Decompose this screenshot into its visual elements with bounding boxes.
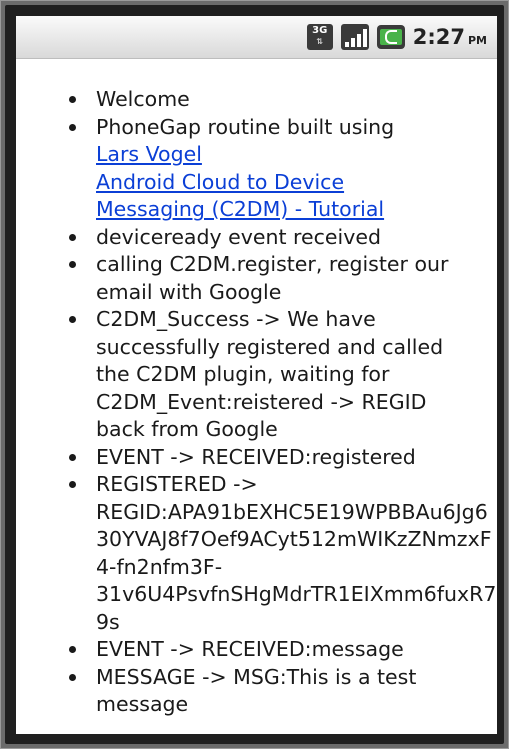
emulator-frame: 3G ⇅ 2:27 PM Welcome PhoneGap routine bu… bbox=[0, 0, 509, 749]
clock-ampm: PM bbox=[467, 34, 487, 47]
list-item: REGISTERED -> REGID:APA91bEXHC5E19WPBBAu… bbox=[69, 471, 497, 636]
log-text: Welcome bbox=[96, 87, 190, 111]
network-type-label: 3G bbox=[312, 25, 328, 36]
log-text: MESSAGE -> MSG:This is a test message bbox=[96, 664, 417, 717]
log-text: calling C2DM.register, register our emai… bbox=[96, 252, 449, 304]
log-text-line: 9s bbox=[96, 609, 120, 634]
log-text-line: 4-fn2nfm3F- bbox=[96, 554, 223, 579]
bullet-icon bbox=[69, 123, 76, 131]
bullet-icon bbox=[69, 453, 76, 461]
log-text: EVENT -> RECEIVED:registered bbox=[96, 444, 416, 469]
list-item: deviceready event received bbox=[69, 224, 497, 252]
log-text-line: REGID:APA91bEXHC5E19WPBBAu6Jg6 bbox=[96, 499, 488, 524]
event-log-list: Welcome PhoneGap routine built using Lar… bbox=[69, 86, 497, 719]
bullet-icon bbox=[69, 481, 76, 488]
list-item: PhoneGap routine built using Lars Vogel … bbox=[69, 114, 497, 224]
bullet-icon bbox=[69, 96, 76, 103]
log-text: C2DM_Success -> We have successfully reg… bbox=[96, 307, 444, 441]
list-item: MESSAGE -> MSG:This is a test message bbox=[69, 664, 497, 719]
log-text: deviceready event received bbox=[96, 224, 381, 249]
status-clock: 2:27 PM bbox=[413, 25, 487, 49]
data-activity-icon: ⇅ bbox=[316, 37, 324, 46]
signal-strength-icon bbox=[340, 24, 369, 50]
bullet-icon bbox=[69, 233, 76, 241]
status-icons: 3G ⇅ 2:27 PM bbox=[306, 23, 487, 51]
clock-time: 2:27 bbox=[412, 25, 465, 49]
network-3g-icon: 3G ⇅ bbox=[306, 24, 333, 50]
list-item: C2DM_Success -> We have successfully reg… bbox=[69, 306, 497, 444]
bullet-icon bbox=[69, 673, 76, 681]
log-text: PhoneGap routine built using bbox=[96, 114, 395, 139]
log-text-line: REGISTERED -> bbox=[96, 472, 258, 496]
bullet-icon bbox=[69, 316, 76, 323]
list-item: EVENT -> RECEIVED:message bbox=[69, 636, 497, 664]
battery-charging-icon bbox=[376, 25, 405, 49]
link-c2dm-tutorial[interactable]: Android Cloud to Device Messaging (C2DM)… bbox=[96, 169, 456, 224]
list-item: Welcome bbox=[69, 86, 497, 114]
list-item: EVENT -> RECEIVED:registered bbox=[69, 444, 497, 472]
log-text-line: 31v6U4PsvfnSHgMdrTR1EIXmm6fuxR7 bbox=[96, 582, 497, 606]
bullet-icon bbox=[69, 261, 76, 268]
list-item: calling C2DM.register, register our emai… bbox=[69, 251, 497, 306]
bullet-icon bbox=[69, 646, 76, 653]
device-screen: 3G ⇅ 2:27 PM Welcome PhoneGap routine bu… bbox=[16, 16, 497, 734]
log-text: EVENT -> RECEIVED:message bbox=[96, 637, 404, 661]
status-bar: 3G ⇅ 2:27 PM bbox=[16, 16, 497, 59]
link-lars-vogel[interactable]: Lars Vogel bbox=[96, 141, 456, 169]
webview-content[interactable]: Welcome PhoneGap routine built using Lar… bbox=[16, 59, 497, 734]
log-text-line: 30YVAJ8f7Oef9ACyt512mWIKzZNmzxF bbox=[96, 527, 492, 551]
